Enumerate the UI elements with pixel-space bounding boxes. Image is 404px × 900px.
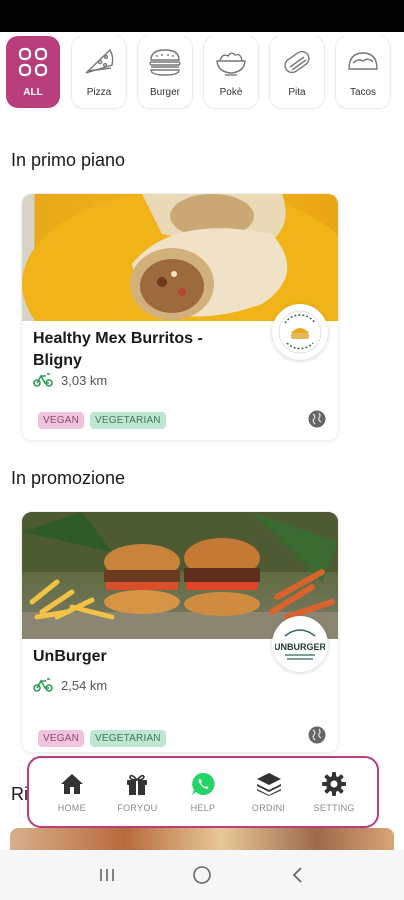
restaurant-logo: [272, 304, 328, 360]
section-title-promo: In promozione: [11, 468, 126, 488]
restaurant-distance: 2,54 km: [33, 676, 107, 695]
tacos-icon: [346, 45, 380, 79]
tag-vegetarian: VEGETARIAN: [90, 730, 166, 747]
distance-value: 2,54 km: [61, 678, 108, 693]
grid-icon: [16, 45, 50, 79]
burger-icon: [148, 45, 182, 79]
bike-delivery-icon: [33, 676, 53, 695]
status-bar: [0, 0, 404, 32]
recent-apps-button[interactable]: [87, 855, 127, 895]
category-label: Pita: [288, 87, 306, 98]
restaurant-card-promo[interactable]: UNBURGER UnBurger 2,54 km VEGAN VEGETARI…: [22, 512, 338, 752]
restaurant-card-featured[interactable]: Healthy Mex Burritos - Bligny 3,03 km VE…: [22, 194, 338, 440]
tag-vegan: VEGAN: [38, 730, 85, 747]
nav-label: HELP: [190, 803, 216, 813]
restaurant-hero-image-partial[interactable]: [10, 828, 394, 850]
category-strip[interactable]: ALL Pizza Burger Pokè Pita Tacos: [6, 36, 404, 110]
layers-icon: [256, 771, 282, 797]
nav-label: ORDINI: [251, 803, 286, 813]
home-icon: [59, 771, 85, 797]
nav-label: FORYOU: [117, 803, 158, 813]
logo-text: UNBURGER: [275, 642, 325, 652]
poke-bowl-icon: [214, 45, 248, 79]
category-tacos[interactable]: Tacos: [336, 36, 390, 108]
gift-icon: [124, 771, 150, 797]
category-label: Tacos: [349, 87, 377, 98]
pizza-icon: [82, 45, 116, 79]
section-title-featured: In primo piano: [11, 150, 126, 170]
restaurant-tags: VEGAN VEGETARIAN: [38, 412, 166, 429]
category-all[interactable]: ALL: [6, 36, 60, 108]
nav-foryou[interactable]: FORYOU: [109, 771, 165, 813]
bottom-nav: HOME FORYOU HELP ORDINI SETTING: [27, 756, 379, 828]
circle-home-icon: [193, 866, 211, 884]
restaurant-tags: VEGAN VEGETARIAN: [38, 730, 166, 747]
nav-setting[interactable]: SETTING: [306, 771, 362, 813]
nav-label: SETTING: [313, 803, 355, 813]
restaurant-hero-image: [22, 194, 338, 321]
back-button[interactable]: [277, 855, 317, 895]
restaurant-name: Healthy Mex Burritos - Bligny: [33, 330, 203, 369]
back-chevron-icon: [292, 867, 302, 883]
category-poke[interactable]: Pokè: [204, 36, 258, 108]
globe-icon[interactable]: [308, 410, 326, 428]
nav-home[interactable]: HOME: [44, 771, 100, 813]
nav-label: HOME: [57, 803, 86, 813]
tag-vegetarian: VEGETARIAN: [90, 412, 166, 429]
restaurant-distance: 3,03 km: [33, 371, 107, 390]
system-nav-bar: [0, 850, 404, 900]
restaurant-logo: UNBURGER: [272, 616, 328, 672]
restaurant-name: UnBurger: [33, 648, 107, 665]
category-pizza[interactable]: Pizza: [72, 36, 126, 108]
globe-icon[interactable]: [308, 726, 326, 744]
category-burger[interactable]: Burger: [138, 36, 192, 108]
whatsapp-icon: [190, 771, 216, 797]
nav-help[interactable]: HELP: [175, 771, 231, 813]
home-button[interactable]: [182, 855, 222, 895]
category-label: Burger: [149, 87, 180, 98]
category-label: ALL: [23, 87, 43, 98]
distance-value: 3,03 km: [61, 373, 108, 388]
gear-icon: [321, 771, 347, 797]
category-pita[interactable]: Pita: [270, 36, 324, 108]
category-label: Pokè: [219, 87, 243, 98]
pita-icon: [280, 45, 314, 79]
category-label: Pizza: [86, 87, 112, 98]
tag-vegan: VEGAN: [38, 412, 85, 429]
bike-delivery-icon: [33, 371, 53, 390]
nav-ordini[interactable]: ORDINI: [241, 771, 297, 813]
recent-apps-icon: [100, 869, 115, 881]
section-title-partial: Ri: [11, 784, 28, 804]
